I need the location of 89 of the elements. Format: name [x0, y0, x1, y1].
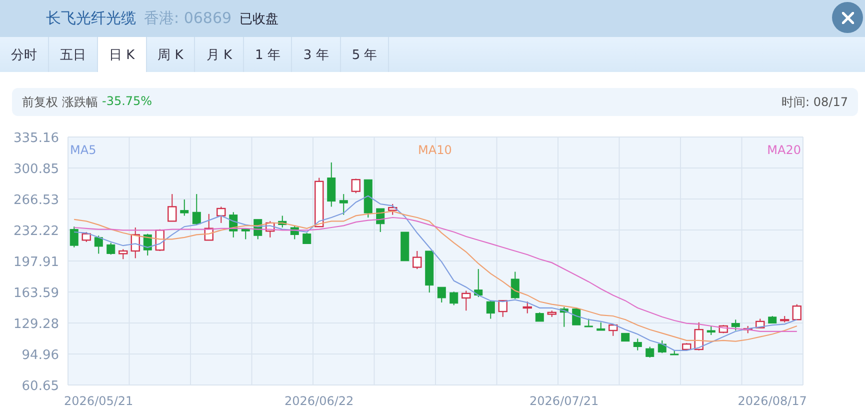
candlestick: [682, 342, 692, 350]
candlestick: [351, 178, 360, 194]
x-axis-label: 2026/07/21: [530, 394, 599, 408]
y-axis-label: 266.53: [14, 193, 59, 208]
candlestick: [437, 286, 446, 303]
candlestick: [192, 194, 201, 226]
legend-label: MA10: [418, 143, 452, 157]
candlestick: [118, 248, 128, 260]
candlestick: [266, 220, 275, 238]
change-value: -35.75%: [102, 94, 152, 110]
candlestick: [608, 324, 618, 336]
legend-label: MA20: [767, 143, 801, 157]
candlestick: [646, 346, 654, 358]
candlestick: [560, 306, 568, 328]
candlestick: [694, 322, 704, 351]
candlestick: [743, 325, 752, 334]
period-tab[interactable]: 5 年: [340, 37, 390, 72]
market-status: 已收盘: [240, 10, 279, 28]
legend-label: MA5: [70, 143, 96, 157]
candlestick: [180, 198, 189, 216]
candlestick: [780, 316, 790, 323]
candlestick: [339, 194, 348, 216]
period-tab[interactable]: 周 K: [146, 37, 196, 72]
y-axis-label: 94.96: [22, 348, 59, 363]
candlestick: [106, 242, 116, 256]
period-tab[interactable]: 1 年: [244, 37, 292, 72]
stock-name: 长飞光纤光缆: [46, 9, 136, 28]
candlestick: [82, 232, 91, 242]
close-button[interactable]: [832, 2, 863, 33]
y-axis-label: 232.22: [14, 224, 59, 239]
candlestick: [229, 212, 238, 238]
adjustment-label: 前复权: [22, 94, 58, 110]
candlestick: [327, 162, 336, 208]
period-tab[interactable]: 3 年: [292, 37, 341, 72]
candlestick: [621, 332, 630, 342]
candlestick: [168, 194, 177, 222]
candlestick: [474, 268, 483, 298]
candlestick: [314, 177, 324, 228]
candlestick: [584, 318, 593, 328]
candlestick: [412, 250, 422, 270]
market-code: 香港: 06869: [144, 9, 232, 28]
candlestick: [302, 232, 312, 244]
close-icon: [842, 12, 854, 24]
candlestick: [278, 215, 287, 228]
x-axis-label: 2026/08/17: [738, 394, 807, 408]
candlestick: [510, 271, 520, 300]
candlestick: [290, 225, 299, 240]
candlestick: [522, 301, 532, 314]
candlestick: [376, 208, 385, 232]
y-axis-label: 129.28: [14, 317, 59, 332]
candlestick: [596, 322, 606, 331]
change-label: 涨跌幅: [62, 94, 98, 110]
candlestick: [462, 290, 471, 312]
candlestick: [450, 291, 458, 306]
candlestick: [768, 316, 777, 324]
candlestick: [216, 206, 226, 224]
candlestick: [388, 204, 398, 216]
candlestick: [425, 250, 434, 294]
candlestick: [204, 213, 214, 241]
candlestick: [572, 308, 581, 326]
candlestick: [498, 300, 508, 318]
candlestick: [143, 233, 152, 256]
candlestick: [670, 350, 679, 356]
y-axis-label: 60.65: [22, 379, 59, 394]
candlestick: [756, 318, 765, 328]
period-tab[interactable]: 月 K: [195, 37, 244, 72]
candlestick: [633, 338, 642, 351]
candlestick: [70, 226, 78, 248]
candlestick: [364, 179, 372, 218]
period-tab[interactable]: 分时: [0, 37, 49, 72]
y-axis-label: 335.16: [14, 131, 59, 146]
y-axis-label: 300.85: [14, 162, 59, 177]
candlestick: [792, 304, 802, 320]
candlestick: [486, 300, 495, 320]
candlestick: [94, 235, 103, 254]
candlestick: [731, 319, 740, 331]
y-axis-label: 163.59: [14, 286, 59, 301]
candlestick: [535, 312, 544, 322]
y-axis-label: 197.91: [14, 255, 59, 270]
candlestick: [400, 232, 410, 262]
time-label: 时间: 08/17: [782, 94, 848, 110]
candlestick: [130, 226, 140, 259]
x-axis-label: 2026/05/21: [64, 394, 134, 408]
period-tab[interactable]: 日 K: [98, 37, 147, 72]
candlestick: [658, 340, 666, 354]
candlestick: [241, 228, 250, 240]
candlestick: [547, 310, 556, 318]
x-axis-label: 2026/06/22: [284, 394, 354, 408]
candlestick: [706, 325, 716, 336]
